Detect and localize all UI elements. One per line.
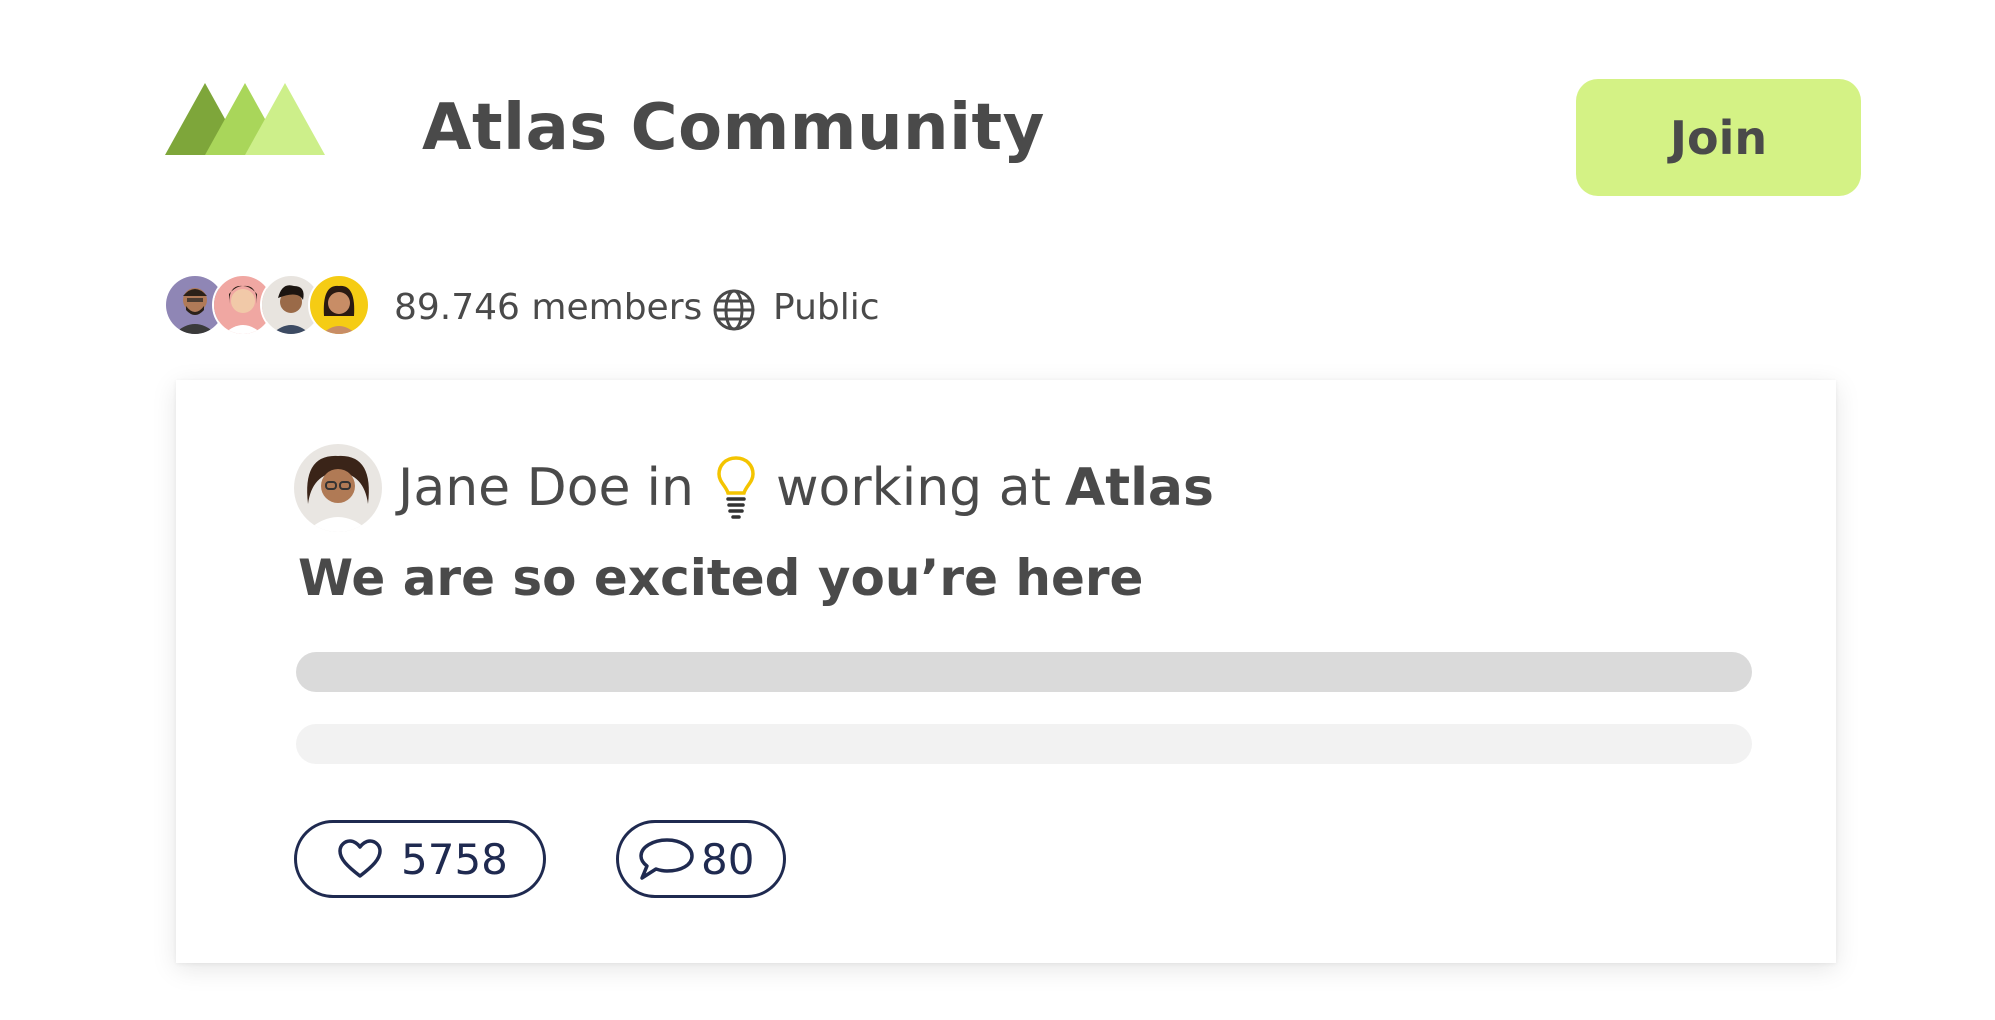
comment-count: 80 [701, 834, 755, 884]
community-title: Atlas Community [422, 91, 1045, 165]
mountains-logo-icon [165, 83, 325, 155]
comment-button[interactable]: 80 [616, 820, 786, 898]
like-button[interactable]: 5758 [294, 820, 546, 898]
like-count: 5758 [401, 834, 508, 884]
organization-label[interactable]: Atlas [1065, 458, 1214, 518]
community-page: Atlas Community Join 89.746 members Publ… [0, 0, 1995, 1020]
comment-icon [639, 838, 694, 880]
post-title: We are so excited you’re here [298, 549, 1144, 607]
post-author-row: Jane Doe in working at Atlas [294, 442, 1214, 534]
author-avatar[interactable] [294, 444, 382, 532]
member-avatars[interactable] [164, 274, 370, 336]
member-count: 89.746 members [394, 287, 703, 328]
content-placeholder-line [296, 724, 1752, 764]
heart-icon [338, 839, 382, 878]
post-card[interactable]: Jane Doe in working at Atlas We are so e… [176, 380, 1836, 963]
content-placeholder-line [296, 652, 1752, 692]
author-name[interactable]: Jane Doe [398, 458, 631, 518]
globe-icon [713, 289, 755, 331]
member-avatar [308, 274, 370, 336]
lightbulb-icon [717, 456, 755, 519]
topic-label[interactable]: working at [776, 458, 1051, 518]
in-label: in [646, 458, 694, 518]
join-button[interactable]: Join [1576, 79, 1861, 196]
visibility-label: Public [773, 287, 880, 328]
